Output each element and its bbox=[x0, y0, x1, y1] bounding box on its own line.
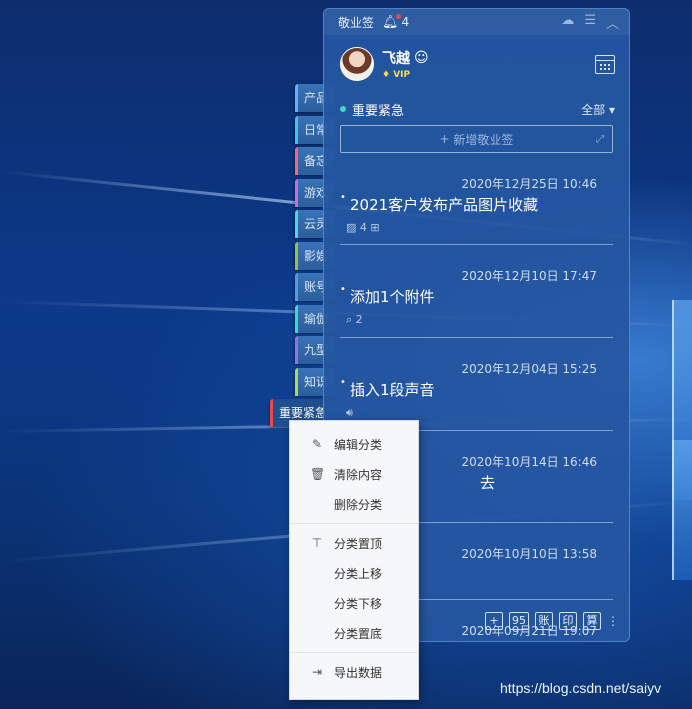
note-time: 2020年12月10日 17:47 bbox=[461, 269, 597, 283]
calculator-button[interactable]: 算 bbox=[583, 612, 601, 630]
menu-item-move-bottom[interactable]: 分类置底 bbox=[290, 618, 418, 648]
add-note-button[interactable]: + 新增敬业签 ⤢ bbox=[340, 125, 613, 153]
add-note-label: 新增敬业签 bbox=[453, 132, 514, 147]
trash-icon: 🗑︎ bbox=[310, 467, 326, 481]
note-item[interactable]: 2020年12月04日 15:25 插入1段声音 🔊︎ bbox=[340, 338, 613, 431]
plus-icon: + bbox=[439, 132, 454, 146]
add-icon[interactable]: + bbox=[485, 612, 503, 630]
note-meta: ▨ 4 ⊞ bbox=[346, 221, 380, 234]
note-title: 插入1段声音 bbox=[340, 377, 597, 400]
watermark: https://blog.csdn.net/saiyv bbox=[500, 680, 662, 696]
image-icon: ▨ bbox=[346, 221, 357, 234]
menu-item-delete-category[interactable]: 删除分类 bbox=[290, 489, 418, 519]
menu-item-export-data[interactable]: ⇥ 导出数据 bbox=[290, 657, 418, 687]
expand-icon[interactable]: ⤢ bbox=[596, 134, 604, 145]
note-item[interactable]: 2020年12月25日 10:46 2021客户发布产品图片收藏 ▨ 4 ⊞ bbox=[340, 153, 613, 245]
menu-item-edit-category[interactable]: ✎ 编辑分类 bbox=[290, 429, 418, 459]
menu-separator bbox=[290, 523, 418, 524]
bell-icon[interactable]: 🔔︎ bbox=[382, 13, 401, 30]
avatar[interactable] bbox=[340, 47, 374, 81]
note-time: 2020年12月25日 10:46 bbox=[461, 177, 597, 191]
menu-item-clear-content[interactable]: 🗑︎ 清除内容 bbox=[290, 459, 418, 489]
note-title: 添加1个附件 bbox=[340, 284, 597, 307]
count-button[interactable]: 95 bbox=[509, 612, 529, 630]
cloud-sync-icon[interactable]: ☁ bbox=[561, 13, 574, 32]
collapse-icon[interactable]: ︿ bbox=[606, 13, 619, 32]
menu-item-move-down[interactable]: 分类下移 bbox=[290, 588, 418, 618]
stamp-button[interactable]: 印 bbox=[559, 612, 577, 630]
smiley-icon: ☺ bbox=[414, 50, 429, 66]
category-dot bbox=[340, 106, 346, 112]
audio-icon: 🔊︎ bbox=[346, 406, 353, 419]
category-context-menu: ✎ 编辑分类 🗑︎ 清除内容 删除分类 ⊤ 分类置顶 分类上移 分类下移 分类置… bbox=[289, 420, 419, 700]
export-icon: ⇥ bbox=[311, 665, 323, 679]
username: 飞越 bbox=[382, 51, 410, 67]
vip-badge: ♦ VIP bbox=[382, 70, 411, 80]
note-meta: ⌕ 2 bbox=[346, 313, 363, 326]
more-icon[interactable]: ⋮ bbox=[607, 614, 619, 628]
note-time: 2020年12月04日 15:25 bbox=[461, 362, 597, 376]
attachment-icon: ⌕ bbox=[346, 313, 353, 326]
calendar-icon[interactable] bbox=[595, 54, 615, 74]
pin-top-icon: ⊤ bbox=[311, 536, 323, 550]
filter-dropdown[interactable]: 全部 ▾ bbox=[581, 101, 615, 118]
grid-icon: ⊞ bbox=[370, 221, 380, 234]
account-button[interactable]: 账 bbox=[535, 612, 553, 630]
category-header: 重要紧急 全部 ▾ bbox=[324, 93, 629, 125]
windows-logo-fragment bbox=[672, 440, 692, 580]
menu-item-move-up[interactable]: 分类上移 bbox=[290, 558, 418, 588]
note-item[interactable]: 2020年12月10日 17:47 添加1个附件 ⌕ 2 bbox=[340, 245, 613, 338]
title-bar[interactable]: 敬业签 🔔︎ 4 ☁ ☰ ︿ bbox=[324, 9, 629, 35]
notification-count: 4 bbox=[401, 15, 410, 29]
menu-icon[interactable]: ☰ bbox=[584, 13, 596, 32]
app-title: 敬业签 bbox=[338, 15, 375, 30]
edit-icon: ✎ bbox=[311, 437, 323, 451]
category-name: 重要紧急 bbox=[352, 103, 405, 119]
user-profile: 飞越 ☺ ♦ VIP bbox=[324, 35, 629, 93]
menu-item-pin-top[interactable]: ⊤ 分类置顶 bbox=[290, 528, 418, 558]
note-title: 2021客户发布产品图片收藏 bbox=[340, 192, 597, 215]
menu-separator bbox=[290, 652, 418, 653]
